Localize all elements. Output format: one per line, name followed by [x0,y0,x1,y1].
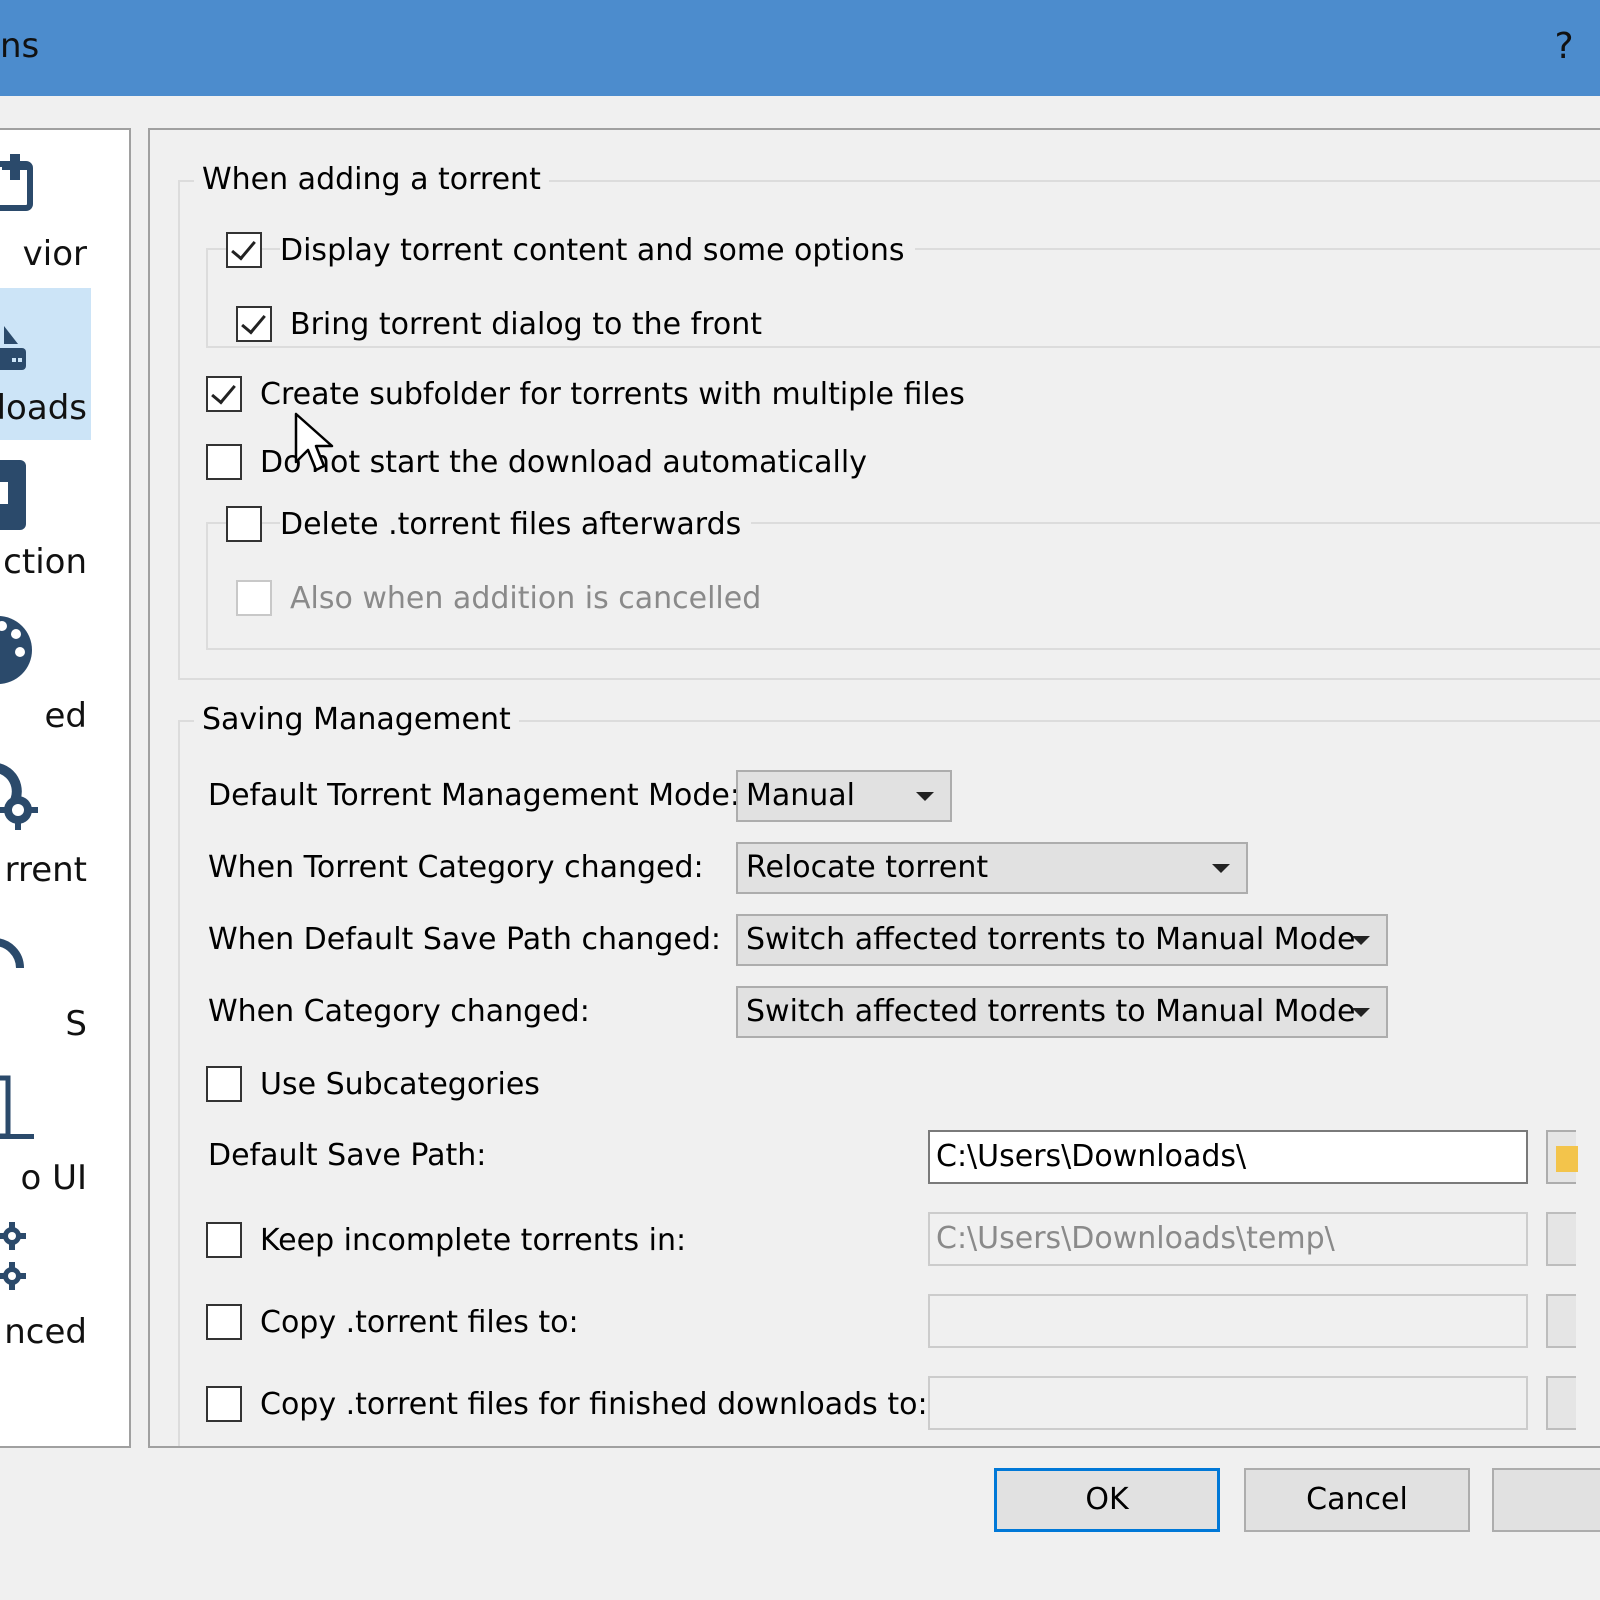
keep-incomplete-input: C:\Users\Downloads\temp\ [928,1212,1528,1266]
copy-finished-browse-button [1546,1376,1576,1430]
category-changed-label: When Torrent Category changed: [208,850,704,885]
save-path-changed-select[interactable]: Switch affected torrents to Manual Mode [736,914,1388,966]
sidebar-item-downloads[interactable]: loads [0,288,91,440]
bring-front-option[interactable]: Bring torrent dialog to the front [236,304,773,344]
also-cancelled-option: Also when addition is cancelled [236,578,772,618]
downloads-icon [0,326,26,370]
chevron-down-icon [1352,936,1370,945]
display-content-checkbox[interactable] [226,232,262,268]
cancel-button[interactable]: Cancel [1244,1468,1470,1532]
dont-start-checkbox[interactable] [206,444,242,480]
copy-torrent-option[interactable]: Copy .torrent files to: [206,1302,589,1342]
mouse-cursor-icon [294,412,334,472]
create-subfolder-checkbox[interactable] [206,376,242,412]
rss-icon [0,938,24,969]
sidebar-item-label: ction [3,542,87,582]
chevron-down-icon [916,792,934,801]
copy-torrent-browse-button [1546,1294,1576,1348]
copy-torrent-input [928,1294,1528,1348]
downloads-settings-panel: When adding a torrent Display torrent co… [148,128,1600,1448]
default-save-path-input[interactable]: C:\Users\Downloads\ [928,1130,1528,1184]
keep-incomplete-option[interactable]: Keep incomplete torrents in: [206,1220,697,1260]
cat-changed-select[interactable]: Switch affected torrents to Manual Mode [736,986,1388,1038]
sidebar-item-label: S [65,1004,87,1044]
sidebar-item-advanced[interactable]: nced [0,1212,91,1364]
cat-changed-value: Switch affected torrents to Manual Mode [746,994,1356,1029]
keep-incomplete-label: Keep incomplete torrents in: [260,1222,697,1258]
folder-icon [1556,1146,1578,1172]
use-subcategories-checkbox[interactable] [206,1066,242,1102]
copy-finished-input [928,1376,1528,1430]
also-cancelled-checkbox [236,580,272,616]
management-mode-value: Manual [746,778,856,813]
copy-torrent-checkbox[interactable] [206,1304,242,1340]
title-bar: ns ? [0,0,1600,96]
default-save-path-browse-button[interactable] [1546,1130,1578,1184]
copy-finished-checkbox[interactable] [206,1386,242,1422]
save-path-changed-label: When Default Save Path changed: [208,922,722,957]
sidebar-item-speed[interactable]: ed [0,596,91,748]
chevron-down-icon [1352,1008,1370,1017]
delete-torrent-label: Delete .torrent files afterwards [280,506,752,542]
speed-icon [0,616,32,684]
behavior-icon [0,154,33,211]
also-cancelled-label: Also when addition is cancelled [290,580,772,616]
sidebar-item-connection[interactable]: ction [0,442,91,594]
copy-finished-option[interactable]: Copy .torrent files for finished downloa… [206,1384,938,1424]
delete-torrent-checkbox[interactable] [226,506,262,542]
default-save-path-label: Default Save Path: [208,1138,487,1173]
dont-start-label: Do not start the download automatically [260,444,877,480]
use-subcategories-option[interactable]: Use Subcategories [206,1064,550,1104]
sidebar-item-label: o UI [20,1158,87,1198]
create-subfolder-label: Create subfolder for torrents with multi… [260,376,975,412]
ok-button[interactable]: OK [994,1468,1220,1532]
adding-group-title: When adding a torrent [194,162,549,197]
sidebar-item-web-ui[interactable]: o UI [0,1058,91,1210]
keep-incomplete-checkbox[interactable] [206,1222,242,1258]
window-title: ns [0,26,40,66]
advanced-icon [0,1222,26,1290]
bring-front-checkbox[interactable] [236,306,272,342]
category-changed-select[interactable]: Relocate torrent [736,842,1248,894]
management-mode-label: Default Torrent Management Mode: [208,778,740,813]
help-button[interactable]: ? [1542,22,1586,72]
save-path-changed-value: Switch affected torrents to Manual Mode [746,922,1356,957]
chevron-down-icon [1212,864,1230,873]
options-sidebar: vior loads ction ed rrent S o UI nced [0,128,131,1448]
cat-changed-label: When Category changed: [208,994,590,1029]
sidebar-item-rss[interactable]: S [0,904,91,1056]
display-content-label: Display torrent content and some options [280,232,915,268]
sidebar-item-behavior[interactable]: vior [0,134,91,286]
web-ui-icon [0,1075,34,1139]
bittorrent-icon [0,763,38,830]
sidebar-item-label: ed [44,696,88,736]
saving-group-title: Saving Management [194,702,519,737]
bring-front-label: Bring torrent dialog to the front [290,306,773,342]
copy-finished-label: Copy .torrent files for finished downloa… [260,1386,938,1422]
delete-torrent-option[interactable]: Delete .torrent files afterwards [226,504,752,544]
keep-incomplete-browse-button [1546,1212,1576,1266]
copy-torrent-label: Copy .torrent files to: [260,1304,589,1340]
apply-button[interactable] [1492,1468,1600,1532]
sidebar-item-label: loads [0,388,87,428]
sidebar-item-label: vior [22,234,87,274]
create-subfolder-option[interactable]: Create subfolder for torrents with multi… [206,374,975,414]
sidebar-item-label: nced [4,1312,87,1352]
use-subcategories-label: Use Subcategories [260,1066,550,1102]
category-changed-value: Relocate torrent [746,850,989,885]
management-mode-select[interactable]: Manual [736,770,952,822]
display-content-option[interactable]: Display torrent content and some options [226,230,915,270]
connection-icon [0,460,26,530]
sidebar-item-bittorrent[interactable]: rrent [0,750,91,902]
sidebar-item-label: rrent [4,850,87,890]
